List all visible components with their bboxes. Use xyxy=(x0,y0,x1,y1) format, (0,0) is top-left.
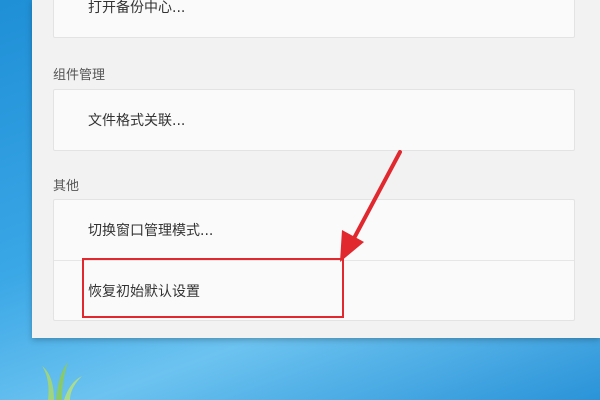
open-backup-center-item[interactable]: 打开备份中心... xyxy=(54,0,574,37)
restore-defaults-label: 恢复初始默认设置 xyxy=(88,283,200,300)
open-backup-center-label: 打开备份中心... xyxy=(88,0,186,16)
section-title-components: 组件管理 xyxy=(53,68,106,83)
components-card: 文件格式关联... xyxy=(53,89,575,151)
section-title-other: 其他 xyxy=(53,179,80,194)
file-association-item[interactable]: 文件格式关联... xyxy=(54,90,574,150)
file-association-label: 文件格式关联... xyxy=(88,113,186,129)
annotation-arrow-icon xyxy=(340,150,402,262)
switch-window-mode-label: 切换窗口管理模式... xyxy=(88,223,214,239)
desktop-grass-icon xyxy=(42,362,82,400)
restore-defaults-item[interactable]: 恢复初始默认设置 xyxy=(54,260,574,320)
other-card: 切换窗口管理模式... 恢复初始默认设置 xyxy=(53,199,575,321)
switch-window-mode-item[interactable]: 切换窗口管理模式... xyxy=(54,200,574,260)
backup-card: 打开备份中心... xyxy=(53,0,575,38)
